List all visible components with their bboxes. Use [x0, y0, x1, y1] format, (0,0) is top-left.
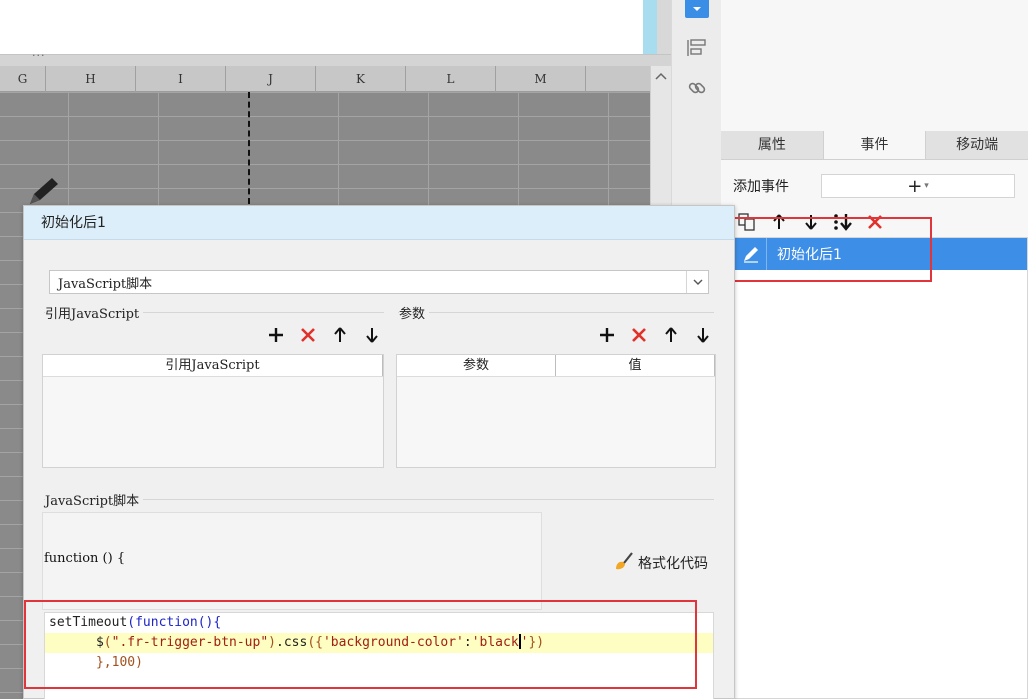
ref-js-group-label: 引用JavaScript	[45, 303, 144, 322]
format-code-button[interactable]: 格式化代码	[614, 551, 708, 575]
add-event-label: 添加事件	[733, 179, 789, 195]
params-group-label: 参数	[399, 303, 430, 322]
event-list: 初始化后1	[734, 237, 1028, 699]
column-header[interactable]: I	[136, 66, 226, 92]
arrow-down-icon[interactable]	[361, 324, 383, 346]
ref-js-toolbar	[265, 324, 383, 346]
pencil-icon	[24, 176, 64, 206]
highlight-box-code	[24, 600, 697, 689]
column-header[interactable]: L	[406, 66, 496, 92]
chevron-up-icon[interactable]	[655, 70, 667, 84]
canvas-edge-strip	[643, 0, 657, 54]
chevron-down-icon[interactable]	[686, 271, 708, 293]
ref-js-column-header[interactable]: 引用JavaScript	[43, 355, 383, 376]
group-divider	[44, 499, 714, 500]
plus-icon[interactable]	[265, 324, 287, 346]
column-header[interactable]: J	[226, 66, 316, 92]
function-header: function () {	[44, 551, 126, 566]
plus-icon: +	[907, 175, 923, 197]
ref-js-table-header: 引用JavaScript	[43, 355, 383, 377]
arrow-up-icon[interactable]	[329, 324, 351, 346]
column-header[interactable]: G	[0, 66, 46, 92]
group-divider	[398, 312, 714, 313]
properties-panel: 属性 事件 移动端 添加事件 + ▾ 初始化后1	[721, 0, 1028, 699]
brush-icon	[614, 551, 634, 575]
splitter-handle-icon: ···	[32, 49, 46, 62]
layer-icon[interactable]	[685, 36, 709, 60]
params-table[interactable]: 参数 值	[396, 354, 716, 468]
column-header-blank	[586, 66, 650, 92]
tab-events[interactable]: 事件	[823, 131, 927, 159]
add-event-row: 添加事件 + ▾	[733, 172, 1023, 200]
add-event-button[interactable]: + ▾	[821, 174, 1015, 198]
params-table-header: 参数 值	[397, 355, 715, 377]
caret-down-icon: ▾	[924, 181, 929, 191]
script-type-select[interactable]: JavaScript脚本	[49, 270, 709, 294]
script-type-value: JavaScript脚本	[58, 276, 153, 292]
delete-icon[interactable]	[628, 324, 650, 346]
dialog-title: 初始化后1	[24, 206, 734, 240]
page-break-line	[248, 92, 250, 204]
plus-icon[interactable]	[596, 324, 618, 346]
column-header-row: G H I J K L M	[0, 66, 650, 92]
params-toolbar	[596, 324, 714, 346]
canvas-scroll-strip	[657, 0, 671, 54]
param-value-column-header[interactable]: 值	[556, 355, 715, 376]
param-name-column-header[interactable]: 参数	[397, 355, 556, 376]
column-header[interactable]: H	[46, 66, 136, 92]
link-icon[interactable]	[685, 76, 709, 100]
highlight-box-event	[707, 217, 932, 282]
properties-tabs: 属性 事件 移动端	[721, 131, 1028, 160]
tab-mobile[interactable]: 移动端	[926, 131, 1028, 159]
arrow-down-icon[interactable]	[692, 324, 714, 346]
pane-splitter[interactable]: ···	[0, 49, 671, 66]
column-header[interactable]: M	[496, 66, 586, 92]
column-header[interactable]: K	[316, 66, 406, 92]
delete-icon[interactable]	[297, 324, 319, 346]
dropdown-icon[interactable]	[685, 0, 709, 18]
ref-js-table[interactable]: 引用JavaScript	[42, 354, 384, 468]
format-code-label: 格式化代码	[638, 556, 708, 572]
tab-properties[interactable]: 属性	[721, 131, 824, 159]
script-group-label: JavaScript脚本	[45, 490, 144, 509]
canvas-top-area	[0, 0, 643, 54]
arrow-up-icon[interactable]	[660, 324, 682, 346]
